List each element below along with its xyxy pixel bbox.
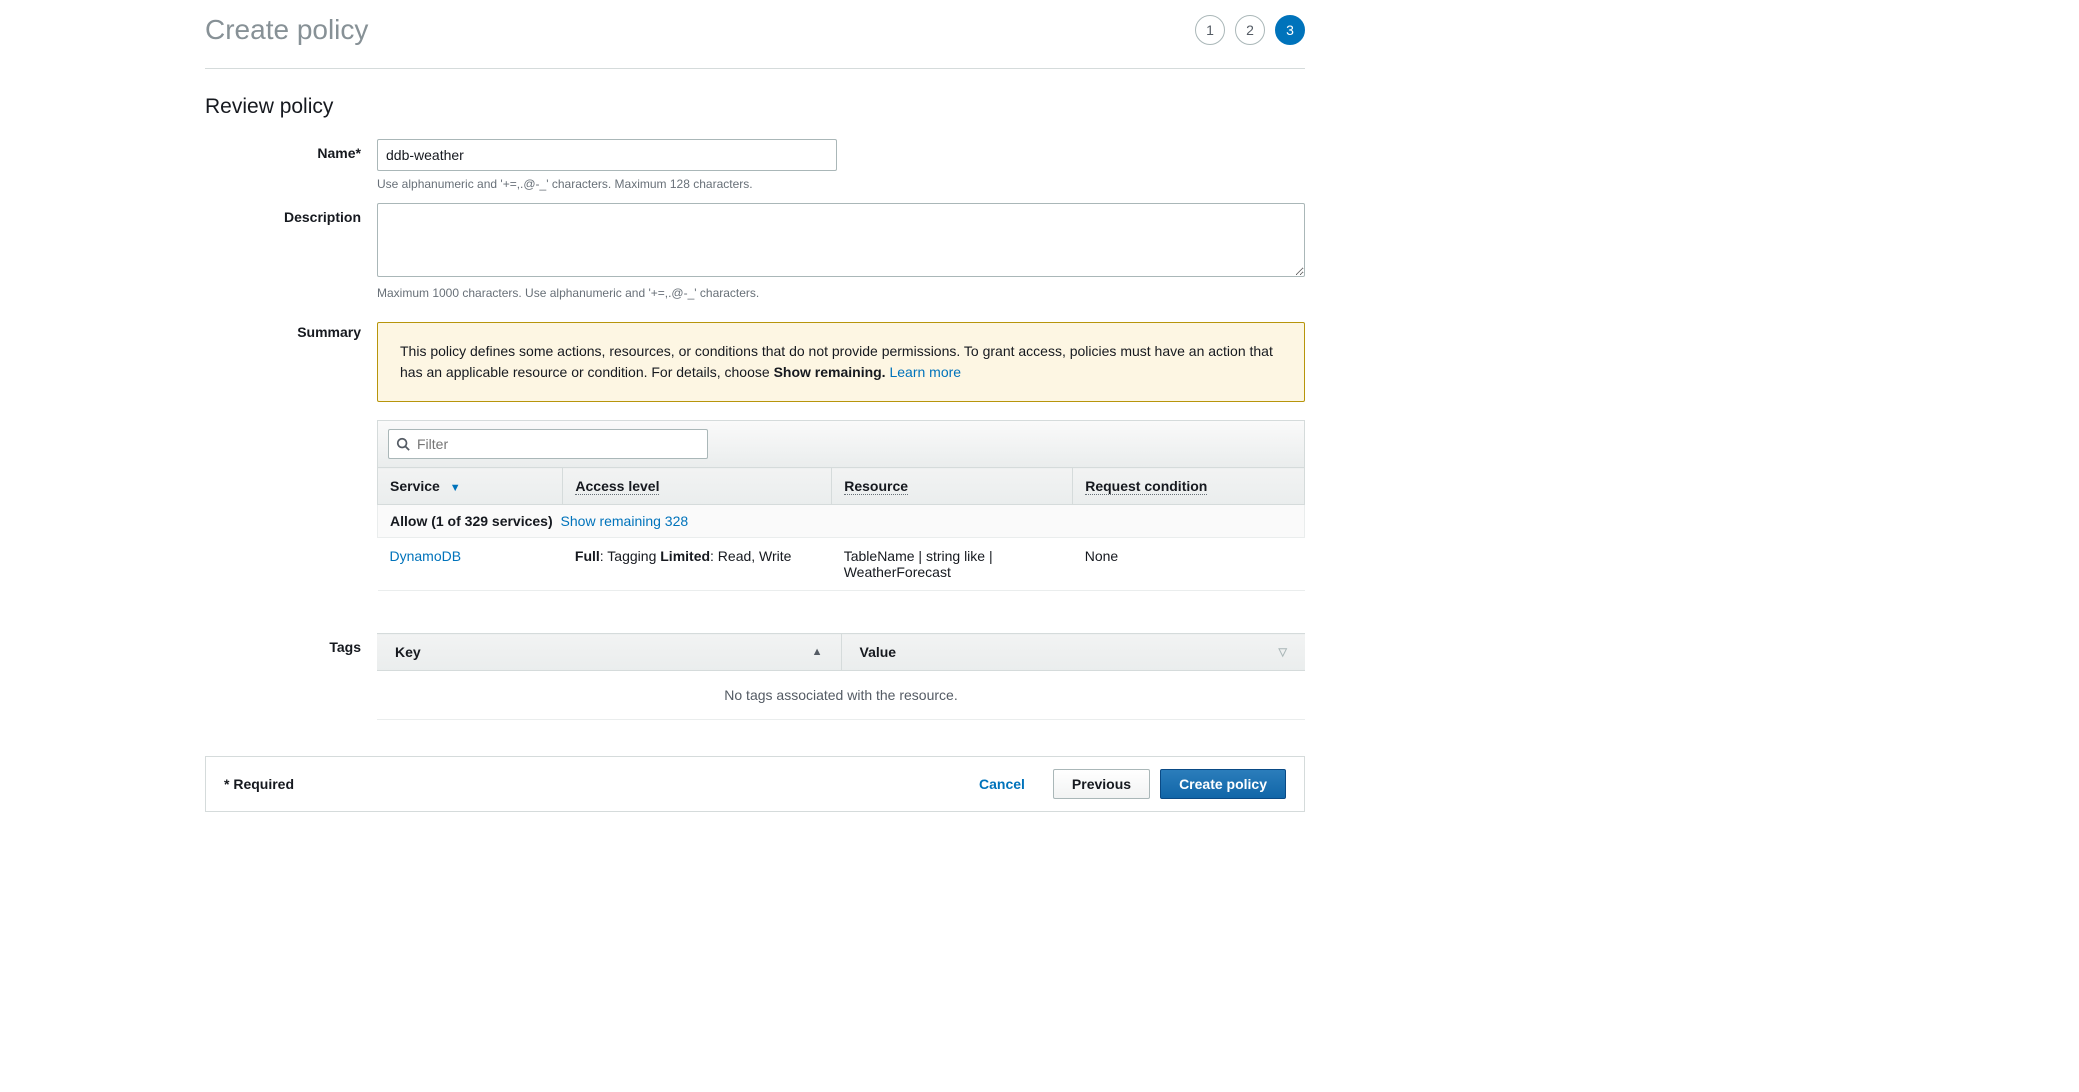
description-hint: Maximum 1000 characters. Use alphanumeri…: [377, 286, 1305, 300]
tags-table: Key ▲ Value ▽ No tags associated with th…: [377, 633, 1305, 720]
tags-label: Tags: [205, 633, 377, 720]
step-2[interactable]: 2: [1235, 15, 1265, 45]
col-resource[interactable]: Resource: [832, 468, 1073, 505]
learn-more-link[interactable]: Learn more: [889, 364, 961, 380]
page-header: Create policy 1 2 3: [205, 14, 1305, 69]
required-note: * Required: [224, 776, 294, 792]
create-policy-button[interactable]: Create policy: [1160, 769, 1286, 799]
col-request-condition[interactable]: Request condition: [1073, 468, 1305, 505]
service-link-dynamodb[interactable]: DynamoDB: [390, 548, 462, 564]
table-row: DynamoDB Full: Tagging Limited: Read, Wr…: [378, 538, 1305, 591]
filter-bar: [377, 420, 1305, 467]
summary-table: Service ▼ Access level Resource: [377, 467, 1305, 591]
allow-summary-row: Allow (1 of 329 services) Show remaining…: [378, 505, 1305, 538]
cancel-button[interactable]: Cancel: [961, 770, 1043, 798]
wizard-steps: 1 2 3: [1195, 15, 1305, 45]
description-row: Description Maximum 1000 characters. Use…: [205, 203, 1305, 300]
name-input[interactable]: [377, 139, 837, 171]
tags-empty-text: No tags associated with the resource.: [377, 671, 1305, 720]
tags-col-value[interactable]: Value ▽: [841, 634, 1305, 671]
cell-access-level: Full: Tagging Limited: Read, Write: [563, 538, 832, 591]
description-label: Description: [205, 203, 377, 300]
name-hint: Use alphanumeric and '+=,.@-_' character…: [377, 177, 1305, 191]
sort-unsorted-icon: ▽: [1279, 646, 1287, 659]
col-service[interactable]: Service ▼: [378, 468, 563, 505]
allow-count: Allow (1 of 329 services): [390, 513, 553, 529]
previous-button[interactable]: Previous: [1053, 769, 1150, 799]
step-3[interactable]: 3: [1275, 15, 1305, 45]
footer-bar: * Required Cancel Previous Create policy: [205, 756, 1305, 812]
summary-panel: Service ▼ Access level Resource: [377, 420, 1305, 591]
step-1[interactable]: 1: [1195, 15, 1225, 45]
page-title: Create policy: [205, 14, 368, 46]
tags-empty-row: No tags associated with the resource.: [377, 671, 1305, 720]
filter-input[interactable]: [388, 429, 708, 459]
search-icon: [396, 437, 410, 451]
section-title: Review policy: [205, 95, 1305, 119]
summary-row: Summary This policy defines some actions…: [205, 322, 1305, 591]
sort-caret-icon: ▼: [450, 482, 461, 494]
name-label: Name*: [205, 139, 377, 191]
sort-asc-icon: ▲: [812, 646, 823, 658]
warning-bold: Show remaining.: [774, 364, 886, 380]
tags-col-key[interactable]: Key ▲: [377, 634, 841, 671]
summary-label: Summary: [205, 322, 377, 591]
col-access-level[interactable]: Access level: [563, 468, 832, 505]
cell-resource: TableName | string like | WeatherForecas…: [832, 538, 1073, 591]
tags-row: Tags Key ▲ Value ▽: [205, 633, 1305, 720]
name-row: Name* Use alphanumeric and '+=,.@-_' cha…: [205, 139, 1305, 191]
show-remaining-link[interactable]: Show remaining 328: [561, 513, 689, 529]
cell-condition: None: [1073, 538, 1305, 591]
description-input[interactable]: [377, 203, 1305, 277]
summary-warning: This policy defines some actions, resour…: [377, 322, 1305, 402]
